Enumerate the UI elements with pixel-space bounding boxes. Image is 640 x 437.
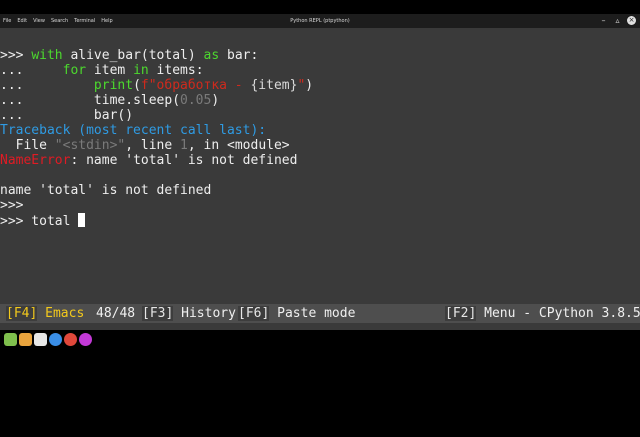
firefox-icon[interactable]: [79, 333, 92, 346]
terminal-icon[interactable]: [34, 333, 47, 346]
terminal-text: (: [133, 78, 141, 93]
menu-status[interactable]: [F2] Menu - CPython 3.8.5: [445, 304, 640, 323]
terminal-text: item: [86, 63, 134, 78]
status-bar: [F4] Emacs 48/48 [F3] History [F6] Paste…: [0, 304, 640, 323]
terminal-line: ... for item in items:: [0, 63, 204, 78]
terminal-text: alive_bar(total): [62, 48, 204, 63]
history-position: 48/48: [96, 306, 136, 321]
terminal-text: bar(): [93, 108, 134, 123]
terminal-text: f"обработка -: [140, 78, 251, 93]
terminal-output[interactable]: >>> with alive_bar(total) as bar:... for…: [0, 14, 640, 314]
terminal-text: 1: [180, 138, 188, 153]
terminal-line: >>> with alive_bar(total) as bar:: [0, 48, 258, 63]
terminal-line: ... print(f"обработка - {item}"): [0, 78, 313, 93]
terminal-text: 0.05: [180, 93, 212, 108]
terminal-line: File "<stdin>", line 1, in <module>: [0, 138, 290, 153]
paste-key: [F6]: [238, 306, 270, 321]
history-status[interactable]: [F3] History: [142, 304, 244, 323]
paste-label: Paste mode: [269, 306, 356, 321]
terminal-text: for: [62, 63, 87, 78]
terminal-window: File Edit View Search Terminal Help Pyth…: [0, 14, 640, 350]
paste-status[interactable]: [F6] Paste mode: [238, 304, 355, 323]
terminal-text: sleep(: [133, 93, 181, 108]
terminal-text: .: [125, 93, 134, 108]
terminal-text: File: [0, 138, 55, 153]
terminal-line: NameError: name 'total' is not defined: [0, 153, 297, 168]
files-icon[interactable]: [19, 333, 32, 346]
terminal-line: ... time.sleep(0.05): [0, 93, 219, 108]
terminal-line: ... bar(): [0, 108, 133, 123]
mode-status[interactable]: [F4] Emacs: [6, 304, 92, 323]
terminal-text: in: [133, 63, 149, 78]
history-key: [F3]: [142, 306, 174, 321]
terminal-text: >>>: [0, 198, 24, 213]
terminal-text: print: [93, 78, 134, 93]
menu-key: [F2]: [445, 306, 477, 321]
terminal-text: NameError: [0, 153, 71, 168]
terminal-text: >>> total: [0, 214, 79, 229]
mode-key: [F4]: [6, 306, 38, 321]
mint-menu-icon[interactable]: [4, 333, 17, 346]
mode-label: Emacs: [37, 306, 93, 321]
text-cursor: [78, 213, 86, 227]
terminal-text: : name 'total' is not defined: [70, 153, 298, 168]
terminal-text: >>>: [0, 48, 32, 63]
terminal-text: ...: [0, 63, 63, 78]
terminal-text: Traceback (most recent call last):: [0, 123, 267, 138]
terminal-text: , line: [125, 138, 181, 153]
terminal-text: {item}: [250, 78, 298, 93]
terminal-line: Traceback (most recent call last):: [0, 123, 266, 138]
terminal-text: with: [31, 48, 63, 63]
terminal-text: "<stdin>": [54, 138, 126, 153]
terminal-text: items:: [148, 63, 204, 78]
history-label: History: [173, 306, 244, 321]
terminal-text: bar:: [219, 48, 259, 63]
vscode-icon[interactable]: [49, 333, 62, 346]
terminal-text: ): [305, 78, 314, 93]
terminal-text: time: [93, 93, 126, 108]
terminal-text: name 'total' is not defined: [0, 183, 212, 198]
terminal-text: ...: [0, 93, 94, 108]
terminal-line: >>>: [0, 198, 23, 213]
terminal-line: >>> total: [0, 213, 86, 229]
terminal-line: name 'total' is not defined: [0, 183, 211, 198]
chrome-icon[interactable]: [64, 333, 77, 346]
terminal-text: , in <module>: [187, 138, 290, 153]
terminal-text: ...: [0, 108, 94, 123]
terminal-text: as: [203, 48, 220, 63]
terminal-text: ): [211, 93, 220, 108]
taskbar: [0, 330, 640, 350]
terminal-text: ...: [0, 78, 94, 93]
menu-label: Menu - CPython 3.8.5: [476, 306, 640, 321]
